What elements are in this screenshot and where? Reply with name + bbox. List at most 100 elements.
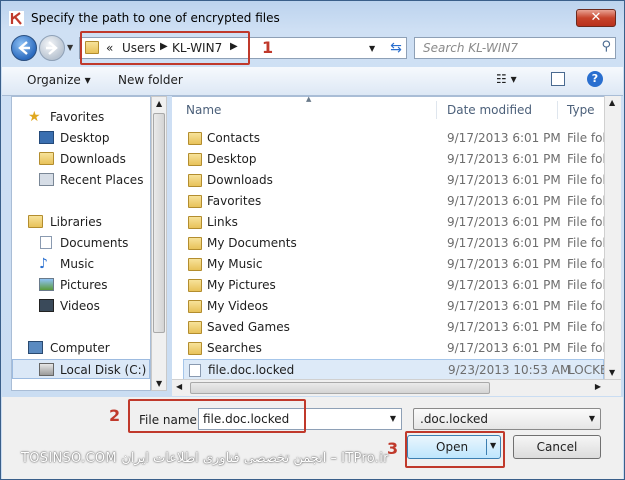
list-item[interactable]: My Videos 9/17/2013 6:01 PM File fol xyxy=(183,296,606,317)
folder-icon xyxy=(188,258,202,271)
nav-item-label: Recent Places xyxy=(60,173,144,187)
item-type: File fol xyxy=(567,173,606,187)
list-item[interactable]: My Music 9/17/2013 6:01 PM File fol xyxy=(183,254,606,275)
scroll-up-arrow-icon[interactable]: ▲ xyxy=(156,99,162,108)
list-item-selected[interactable]: file.doc.locked 9/23/2013 10:53 AM LOCKE xyxy=(183,359,608,380)
downloads-folder-icon xyxy=(39,152,54,165)
pictures-icon xyxy=(39,278,54,291)
scroll-up-arrow-icon[interactable]: ▲ xyxy=(609,98,615,107)
file-type-filter-value: .doc.locked xyxy=(420,412,488,426)
item-date: 9/17/2013 6:01 PM xyxy=(447,236,561,250)
item-type: File fol xyxy=(567,194,606,208)
annotation-number-1: 1 xyxy=(262,38,274,57)
item-name: Favorites xyxy=(207,194,262,208)
item-type: File fol xyxy=(567,320,606,334)
item-name: file.doc.locked xyxy=(208,363,295,377)
file-type-filter-select[interactable]: .doc.locked ▼ xyxy=(413,408,601,430)
scrollbar-thumb[interactable] xyxy=(190,382,490,394)
search-placeholder: Search KL-WIN7 xyxy=(423,41,519,55)
column-divider[interactable] xyxy=(436,101,437,119)
list-item[interactable]: Searches 9/17/2013 6:01 PM File fol xyxy=(183,338,606,359)
close-button[interactable]: ✕ xyxy=(576,9,616,27)
item-date: 9/17/2013 6:01 PM xyxy=(447,341,561,355)
item-name: My Videos xyxy=(207,299,269,313)
item-date: 9/17/2013 6:01 PM xyxy=(447,320,561,334)
folder-icon xyxy=(188,132,202,145)
chevron-down-icon[interactable]: ▼ xyxy=(589,414,595,423)
list-item[interactable]: Contacts 9/17/2013 6:01 PM File fol xyxy=(183,128,606,149)
item-type: LOCKE xyxy=(568,363,608,377)
navigation-scrollbar[interactable]: ▲ ▼ xyxy=(151,96,167,391)
annotation-box-3 xyxy=(405,431,505,468)
recent-locations-dropdown[interactable]: ▼ xyxy=(67,43,73,52)
item-date: 9/17/2013 6:01 PM xyxy=(447,131,561,145)
column-divider[interactable] xyxy=(557,101,558,119)
search-icon[interactable]: ⚲ xyxy=(601,39,611,54)
list-item[interactable]: My Pictures 9/17/2013 6:01 PM File fol xyxy=(183,275,606,296)
list-item[interactable]: Downloads 9/17/2013 6:01 PM File fol xyxy=(183,170,606,191)
libraries-icon xyxy=(28,215,43,228)
column-header-name[interactable]: Name xyxy=(186,97,221,123)
music-icon: ♪ xyxy=(39,256,48,272)
folder-icon xyxy=(188,321,202,334)
chevron-down-icon[interactable]: ▼ xyxy=(390,414,396,423)
documents-icon xyxy=(40,236,52,249)
search-input[interactable]: Search KL-WIN7 ⚲ xyxy=(414,37,616,59)
column-header-date-modified[interactable]: Date modified xyxy=(447,97,532,123)
item-name: Desktop xyxy=(207,152,257,166)
new-folder-button[interactable]: New folder xyxy=(118,73,183,87)
folder-icon xyxy=(188,300,202,313)
item-type: File fol xyxy=(567,131,606,145)
folder-icon xyxy=(188,216,202,229)
folder-icon xyxy=(188,237,202,250)
forward-button[interactable] xyxy=(39,35,65,61)
list-item[interactable]: Links 9/17/2013 6:01 PM File fol xyxy=(183,212,606,233)
file-list-horizontal-scrollbar[interactable]: ◀ ▶ xyxy=(172,379,621,396)
organize-menu[interactable]: Organize ▾ xyxy=(27,73,91,87)
item-date: 9/17/2013 6:01 PM xyxy=(447,257,561,271)
item-name: My Pictures xyxy=(207,278,276,292)
folder-icon xyxy=(188,342,202,355)
item-name: Searches xyxy=(207,341,262,355)
navigation-pane: ★ Favorites Desktop Downloads Recent Pla… xyxy=(11,96,151,391)
item-name: My Music xyxy=(207,257,263,271)
refresh-icon[interactable]: ⇆ xyxy=(385,39,407,57)
scroll-right-arrow-icon[interactable]: ▶ xyxy=(595,382,601,391)
file-list-vertical-scrollbar[interactable]: ▲ ▼ xyxy=(604,96,621,379)
view-options-icon[interactable]: ☷ ▾ xyxy=(496,72,517,86)
nav-item-label: Documents xyxy=(60,236,129,250)
command-toolbar: Organize ▾ New folder ☷ ▾ ? xyxy=(2,67,623,96)
help-icon[interactable]: ? xyxy=(587,71,603,87)
list-item[interactable]: My Documents 9/17/2013 6:01 PM File fol xyxy=(183,233,606,254)
scroll-down-arrow-icon[interactable]: ▼ xyxy=(156,379,162,388)
kaspersky-logo-icon xyxy=(9,11,24,26)
column-header-type[interactable]: Type xyxy=(567,97,595,123)
list-item[interactable]: Saved Games 9/17/2013 6:01 PM File fol xyxy=(183,317,606,338)
back-button[interactable] xyxy=(11,35,37,61)
star-icon: ★ xyxy=(28,109,41,125)
nav-item-label: Desktop xyxy=(60,131,110,145)
item-date: 9/17/2013 6:01 PM xyxy=(447,299,561,313)
dialog-title: Specify the path to one of encrypted fil… xyxy=(31,11,280,25)
preview-pane-icon[interactable] xyxy=(551,72,565,86)
scrollbar-thumb[interactable] xyxy=(153,113,165,333)
scroll-down-arrow-icon[interactable]: ▼ xyxy=(609,368,615,377)
cancel-button[interactable]: Cancel xyxy=(513,435,601,459)
back-arrow-icon xyxy=(18,41,30,55)
item-name: Contacts xyxy=(207,131,260,145)
annotation-box-2 xyxy=(128,399,306,433)
nav-item-label: Videos xyxy=(60,299,100,313)
nav-item-label: Favorites xyxy=(50,110,105,124)
address-dropdown-icon[interactable]: ▼ xyxy=(369,44,375,53)
scroll-left-arrow-icon[interactable]: ◀ xyxy=(176,382,182,391)
item-name: My Documents xyxy=(207,236,297,250)
item-type: File fol xyxy=(567,278,606,292)
annotation-number-2: 2 xyxy=(109,406,121,425)
list-item[interactable]: Favorites 9/17/2013 6:01 PM File fol xyxy=(183,191,606,212)
nav-item-local-disk[interactable]: Local Disk (C:) xyxy=(12,359,150,379)
list-item[interactable]: Desktop 9/17/2013 6:01 PM File fol xyxy=(183,149,606,170)
folder-icon xyxy=(188,174,202,187)
item-date: 9/17/2013 6:01 PM xyxy=(447,278,561,292)
item-date: 9/17/2013 6:01 PM xyxy=(447,215,561,229)
folder-icon xyxy=(188,195,202,208)
